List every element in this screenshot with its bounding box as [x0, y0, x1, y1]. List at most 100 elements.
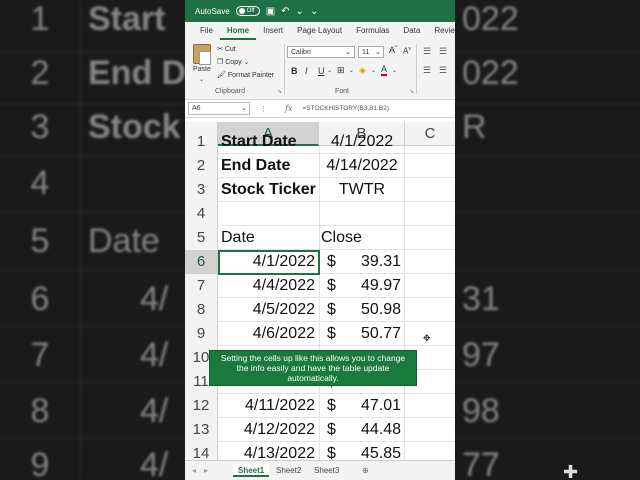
save-icon[interactable]: ▣: [266, 6, 275, 17]
chevron-down-icon[interactable]: ⌄: [199, 76, 204, 83]
chevron-down-icon[interactable]: ⌄: [349, 67, 354, 74]
cell-a[interactable]: 4/13/2022: [219, 442, 319, 460]
tab-page-layout[interactable]: Page Layout: [290, 22, 349, 40]
tab-home[interactable]: Home: [219, 22, 257, 40]
cell-b[interactable]: 4/1/2022: [319, 130, 405, 154]
borders-icon[interactable]: ⊞: [337, 65, 345, 76]
cell-b[interactable]: $50.98: [319, 298, 405, 322]
table-row: 14 4/13/2022 $45.85: [185, 442, 455, 460]
font-name-value: Calibri: [291, 49, 311, 56]
currency-symbol: $: [327, 325, 336, 342]
row-header[interactable]: 1: [185, 130, 218, 154]
cell-b[interactable]: $39.31: [319, 250, 405, 274]
cell-b[interactable]: $44.48: [319, 418, 405, 442]
row-header[interactable]: 8: [185, 298, 218, 322]
bg-cell: 31: [462, 280, 500, 318]
chevron-down-icon[interactable]: ⌄: [327, 67, 332, 74]
title-bar: AutoSave Off ▣ ↶ ⌄ ⌄: [185, 0, 455, 22]
cell-b[interactable]: $45.85: [319, 442, 405, 460]
cell-a[interactable]: 4/12/2022: [219, 418, 319, 442]
formula-input[interactable]: =STOCKHISTORY(B3,B1,B2): [302, 105, 389, 112]
fill-color-icon[interactable]: ◈: [359, 65, 366, 76]
cell-a[interactable]: End Date: [219, 154, 319, 178]
sheet-tab-sheet2[interactable]: Sheet2: [271, 464, 306, 477]
bold-button[interactable]: B: [291, 66, 298, 76]
add-sheet-icon[interactable]: ⊕: [357, 464, 374, 477]
paste-icon[interactable]: [193, 44, 211, 65]
align-center-icon[interactable]: ☰: [439, 65, 447, 76]
grow-font-button[interactable]: A^: [389, 45, 397, 55]
bg-cell: Stock: [88, 108, 181, 146]
cell-a[interactable]: Stock Ticker: [219, 178, 319, 202]
align-top-icon[interactable]: ☰: [423, 46, 431, 57]
spreadsheet-grid[interactable]: A B C 1 Start Date 4/1/2022 2 End Date 4/14/2…: [185, 122, 455, 460]
row-header[interactable]: 12: [185, 394, 218, 418]
bg-cell: 97: [462, 336, 500, 374]
cell-a[interactable]: 4/11/2022: [219, 394, 319, 418]
tab-insert[interactable]: Insert: [256, 22, 290, 40]
cell-a[interactable]: Date: [219, 226, 319, 250]
customize-toolbar-icon[interactable]: ⌄: [310, 6, 318, 17]
cell-b[interactable]: 4/14/2022: [319, 154, 405, 178]
autosave-toggle[interactable]: Off: [235, 6, 260, 16]
font-size-value: 11: [362, 49, 370, 56]
row-header[interactable]: 2: [185, 154, 218, 178]
cell-b[interactable]: TWTR: [319, 178, 405, 202]
row-header[interactable]: 13: [185, 418, 218, 442]
italic-button[interactable]: I: [305, 66, 308, 76]
cell-a[interactable]: [219, 202, 319, 226]
undo-icon[interactable]: ↶: [281, 6, 289, 17]
cell-b[interactable]: $50.77: [319, 322, 405, 346]
sheet-tab-sheet3[interactable]: Sheet3: [309, 464, 344, 477]
bg-row-number: 6: [30, 280, 50, 318]
cell-b[interactable]: $47.01: [319, 394, 405, 418]
font-size-select[interactable]: 11 ⌄: [358, 46, 384, 58]
cell-a[interactable]: 4/5/2022: [219, 298, 319, 322]
format-painter-button[interactable]: 🖌 Format Painter: [217, 71, 274, 79]
bg-row-number: 9: [30, 446, 50, 480]
insert-function-button[interactable]: fx: [285, 104, 292, 113]
cell-a[interactable]: Start Date: [219, 130, 319, 154]
copy-button[interactable]: ❐ Copy ⌄: [217, 58, 249, 66]
chevron-down-icon[interactable]: ⌄: [392, 67, 397, 74]
underline-button[interactable]: U: [318, 66, 325, 76]
cell-b[interactable]: [319, 202, 405, 226]
formula-bar: A6 ⌄ ⋮ fx =STOCKHISTORY(B3,B1,B2): [185, 100, 455, 118]
more-icon[interactable]: ⋮: [260, 105, 267, 113]
cut-button[interactable]: ✂ Cut: [217, 45, 236, 53]
tab-file[interactable]: File: [193, 22, 220, 40]
row-header[interactable]: 4: [185, 202, 218, 226]
chevron-down-icon[interactable]: ⌄: [371, 67, 376, 74]
chevron-down-icon[interactable]: ⌄: [296, 6, 304, 17]
cell-b[interactable]: Close: [319, 226, 405, 250]
close-value: 44.48: [360, 421, 401, 438]
chevron-down-icon: ⌄: [241, 105, 247, 112]
cell-b[interactable]: $49.97: [319, 274, 405, 298]
name-box[interactable]: A6 ⌄: [188, 102, 250, 115]
tab-formulas[interactable]: Formulas: [349, 22, 396, 40]
tab-review[interactable]: Review: [427, 22, 455, 40]
row-header[interactable]: 3: [185, 178, 218, 202]
cursor-crosshair-icon: ✥: [423, 333, 431, 343]
font-color-button[interactable]: A: [381, 65, 388, 76]
cell-a[interactable]: 4/4/2022: [219, 274, 319, 298]
cell-a[interactable]: 4/6/2022: [219, 322, 319, 346]
align-left-icon[interactable]: ☰: [423, 65, 431, 76]
row-header[interactable]: 7: [185, 274, 218, 298]
table-row: 5 Date Close: [185, 226, 455, 250]
bg-cell: Date: [88, 222, 160, 260]
row-header[interactable]: 6: [185, 250, 218, 274]
align-middle-icon[interactable]: ☰: [439, 46, 447, 57]
paste-button[interactable]: Paste: [193, 66, 211, 73]
scroll-right-icon[interactable]: ▸: [199, 464, 213, 477]
shrink-font-button[interactable]: Av: [403, 46, 411, 56]
tab-data[interactable]: Data: [396, 22, 427, 40]
bg-row-number: 8: [30, 392, 50, 430]
dialog-launcher-icon[interactable]: ↘: [409, 88, 414, 95]
dialog-launcher-icon[interactable]: ↘: [277, 88, 282, 95]
row-header[interactable]: 5: [185, 226, 218, 250]
row-header[interactable]: 14: [185, 442, 218, 460]
row-header[interactable]: 9: [185, 322, 218, 346]
sheet-tab-sheet1[interactable]: Sheet1: [233, 464, 270, 477]
font-name-select[interactable]: Calibri ⌄: [287, 46, 355, 58]
